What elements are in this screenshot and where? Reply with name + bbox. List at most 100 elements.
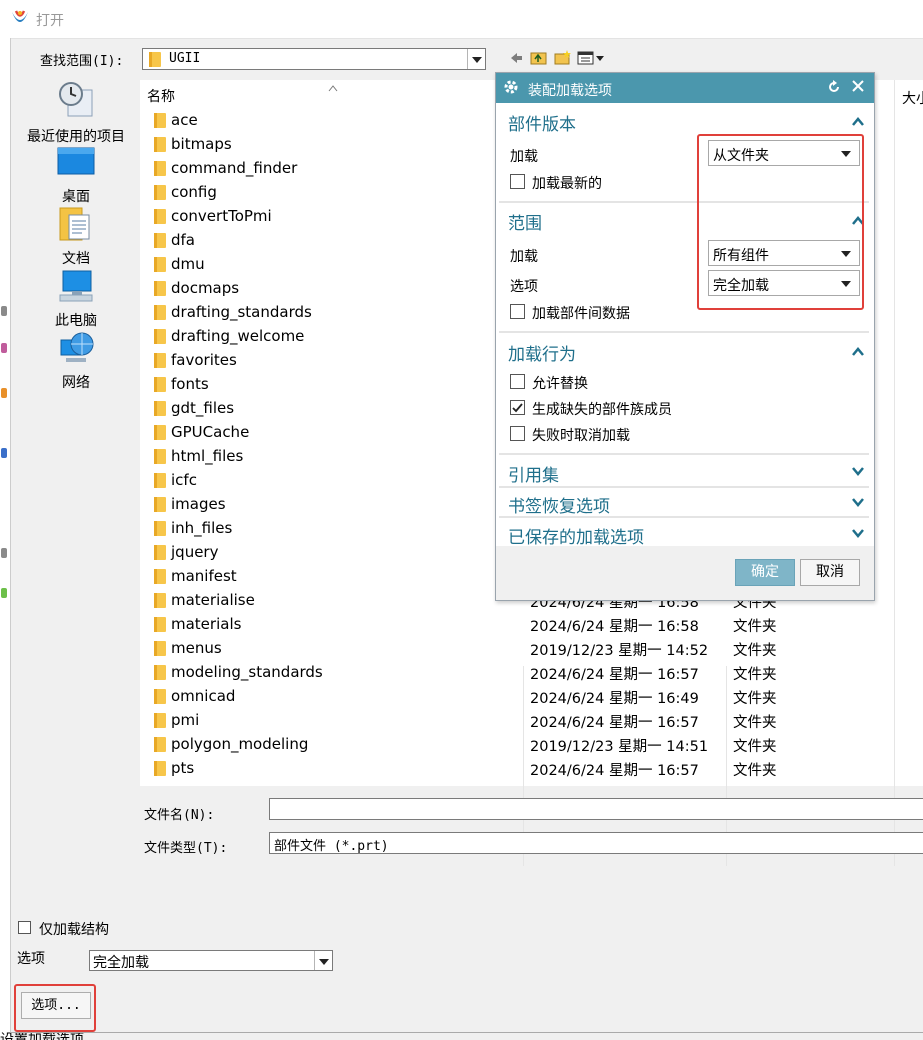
look-in-combo[interactable]: UGII [142,48,486,70]
cancel-on-failure-checkbox[interactable] [510,426,525,441]
folder-icon [154,521,166,536]
section-scope-title[interactable]: 范围 [508,209,542,234]
place-label: 最近使用的项目 [27,129,125,145]
file-row[interactable]: pmi 2024/6/24 星期一 16:57 文件夹 [140,709,923,733]
folder-icon [154,113,166,128]
section-saved-options-title[interactable]: 已保存的加载选项 [508,523,644,548]
generate-missing-checkbox[interactable] [510,400,525,415]
documents-icon [59,207,90,241]
file-name: materials [171,615,242,633]
this-pc-icon [59,270,93,302]
place-network[interactable]: 网络 [12,330,140,392]
section-load-behavior-title[interactable]: 加载行为 [508,340,576,365]
expand-chevron-down-icon[interactable] [852,527,864,539]
folder-icon [154,713,166,728]
title-bar: 打开 [0,0,923,39]
edge-blip [1,388,7,398]
filename-input[interactable] [269,798,923,820]
view-menu-icon[interactable] [577,50,605,70]
sort-ascending-icon [328,80,338,96]
file-name: polygon_modeling [171,735,309,753]
file-row[interactable]: polygon_modeling 2019/12/23 星期一 14:51 文件夹 [140,733,923,757]
cancel-on-failure-label: 失败时取消加载 [532,428,630,444]
column-header-size[interactable]: 大小 [902,88,923,108]
allow-substitution-checkbox[interactable] [510,374,525,389]
folder-icon [154,425,166,440]
dialog-header: 装配加载选项 [496,73,874,103]
generate-missing-label: 生成缺失的部件族成员 [532,402,672,418]
options-label: 选项 [17,951,45,967]
file-name: command_finder [171,159,298,177]
collapse-chevron-up-icon[interactable] [852,115,864,127]
file-type: 文件夹 [733,619,777,635]
place-documents[interactable]: 文档 [12,206,140,268]
folder-icon [149,52,161,67]
expand-chevron-down-icon[interactable] [852,465,864,477]
checkmark-icon [512,403,523,413]
file-name: manifest [171,567,237,585]
file-row[interactable]: pts 2024/6/24 星期一 16:57 文件夹 [140,757,923,781]
background-window-edge [0,38,11,1038]
folder-icon [154,569,166,584]
file-name: menus [171,639,222,657]
interpart-data-checkbox[interactable] [510,304,525,319]
expand-chevron-down-icon[interactable] [852,496,864,508]
file-type: 文件夹 [733,763,777,779]
place-label: 文档 [62,251,90,267]
file-row[interactable]: menus 2019/12/23 星期一 14:52 文件夹 [140,637,923,661]
look-in-label: 查找范围(I): [40,54,124,69]
file-name: drafting_standards [171,303,312,321]
folder-icon [154,665,166,680]
app-logo-icon [10,8,30,28]
filename-label: 文件名(N): [144,808,215,823]
scope-options-label: 选项 [510,279,538,295]
place-label: 桌面 [62,189,90,205]
file-name: dmu [171,255,205,273]
section-bookmark-title[interactable]: 书签恢复选项 [508,492,610,517]
up-folder-icon[interactable] [530,49,548,69]
load-latest-checkbox[interactable] [510,174,525,189]
file-type: 文件夹 [733,739,777,755]
reset-icon[interactable] [827,80,841,98]
file-name: favorites [171,351,237,369]
filetype-label: 文件类型(T): [144,841,228,856]
folder-icon [154,761,166,776]
file-date: 2024/6/24 星期一 16:57 [530,763,699,779]
back-arrow-icon[interactable] [508,50,524,70]
ok-button[interactable]: 确定 [735,559,795,586]
cancel-button[interactable]: 取消 [800,559,860,586]
file-row[interactable]: materials 2024/6/24 星期一 16:58 文件夹 [140,613,923,637]
chevron-down-icon[interactable] [314,951,332,970]
column-header-name[interactable]: 名称 [147,86,175,106]
column-divider [894,80,895,866]
chevron-down-icon[interactable] [467,49,485,69]
load-structure-checkbox[interactable] [18,921,31,934]
options-combo[interactable]: 完全加载 [89,950,333,971]
file-name: convertToPmi [171,207,272,225]
file-row[interactable]: modeling_standards 2024/6/24 星期一 16:57 文件夹 [140,661,923,685]
folder-icon [154,257,166,272]
folder-icon [154,617,166,632]
section-part-version-title[interactable]: 部件版本 [508,110,576,135]
place-this-pc[interactable]: 此电脑 [12,268,140,330]
folder-icon [154,401,166,416]
allow-substitution-label: 允许替换 [532,376,588,392]
load-structure-label: 仅加载结构 [39,922,109,938]
file-row[interactable]: omnicad 2024/6/24 星期一 16:49 文件夹 [140,685,923,709]
close-icon[interactable] [851,79,865,97]
place-desktop[interactable]: 桌面 [12,146,140,206]
folder-icon [154,449,166,464]
section-divider [499,453,869,455]
section-reference-set-title[interactable]: 引用集 [508,461,559,486]
file-name: modeling_standards [171,663,323,681]
scope-load-label: 加载 [510,249,538,265]
new-folder-icon[interactable] [554,49,572,69]
options-value: 完全加载 [93,955,149,971]
folder-icon [154,353,166,368]
file-type: 文件夹 [733,643,777,659]
place-recent[interactable]: 最近使用的项目 [12,80,140,146]
filetype-combo[interactable]: 部件文件 (*.prt) [269,832,923,854]
collapse-chevron-up-icon[interactable] [852,345,864,357]
edge-blip [1,306,7,316]
file-name: jquery [171,543,219,561]
